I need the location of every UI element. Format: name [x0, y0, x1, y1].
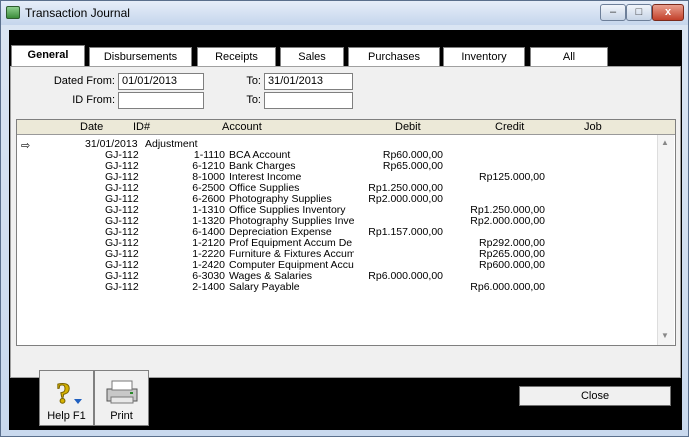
app-icon [6, 6, 20, 19]
column-account[interactable]: Account [222, 121, 262, 133]
minimize-button[interactable]: – [600, 4, 626, 21]
general-tab-panel: Dated From: 01/01/2013 To: 31/01/2013 ID… [10, 66, 681, 378]
column-id[interactable]: ID# [133, 121, 150, 133]
help-label: Help F1 [47, 410, 86, 422]
tab-receipts[interactable]: Receipts [197, 47, 276, 67]
tab-disbursements[interactable]: Disbursements [89, 47, 192, 67]
row-account-name: Wages & Salaries [229, 271, 313, 282]
close-window-button[interactable]: x [652, 4, 684, 21]
row-account-name: Office Supplies [229, 183, 300, 194]
tab-strip: General Disbursements Receipts Sales Pur… [9, 30, 682, 67]
tab-purchases[interactable]: Purchases [348, 47, 440, 67]
journal-row[interactable]: GJ-112 2-1400 Salary Payable Rp6.000.000,00 [17, 282, 657, 293]
id-from-field[interactable] [118, 92, 204, 109]
row-account-name: Office Supplies Inventory [229, 205, 346, 216]
dated-from-label: Dated From: [53, 75, 115, 87]
row-debit: Rp65.000,00 [382, 160, 443, 172]
row-credit: Rp6.000.000,00 [470, 281, 545, 293]
row-credit: Rp2.000.000,00 [470, 215, 545, 227]
title-bar[interactable]: Transaction Journal – □ x [1, 1, 688, 25]
client-area: General Disbursements Receipts Sales Pur… [9, 30, 682, 430]
row-debit: Rp6.000.000,00 [368, 270, 443, 282]
tab-general[interactable]: General [11, 45, 85, 67]
id-to-label: To: [246, 94, 261, 106]
row-credit: Rp125.000,00 [479, 171, 545, 183]
print-label: Print [110, 410, 133, 422]
row-account-name: Prof Equipment Accum De [229, 238, 353, 249]
column-credit[interactable]: Credit [495, 121, 524, 133]
scroll-down-icon[interactable]: ▼ [661, 331, 669, 340]
row-credit: Rp600.000,00 [479, 259, 545, 271]
row-account-name: Salary Payable [229, 282, 300, 293]
tab-inventory[interactable]: Inventory [443, 47, 525, 67]
svg-text:?: ? [56, 377, 71, 407]
transaction-journal-window: Transaction Journal – □ x General Disbur… [0, 0, 689, 437]
id-from-label: ID From: [72, 94, 115, 106]
printer-icon [106, 380, 138, 404]
row-id: GJ-112 [105, 281, 139, 293]
transaction-memo: Adjustment [145, 138, 198, 150]
dated-to-label: To: [246, 75, 261, 87]
row-account-number: 2-1400 [192, 281, 225, 293]
column-job[interactable]: Job [584, 121, 602, 133]
vertical-scrollbar[interactable]: ▲ ▼ [657, 135, 674, 345]
dated-to-field[interactable]: 31/01/2013 [264, 73, 353, 90]
help-icon: ? [56, 377, 82, 407]
row-debit: Rp1.157.000,00 [368, 226, 443, 238]
journal-grid[interactable]: Date ID# Account Debit Credit Job ⇨ 31/0… [16, 119, 676, 346]
id-to-field[interactable] [264, 92, 353, 109]
scroll-up-icon[interactable]: ▲ [661, 138, 669, 147]
row-account-name: Bank Charges [229, 161, 296, 172]
row-account-name: BCA Account [229, 150, 291, 161]
row-account-name: Furniture & Fixtures Accum [229, 249, 354, 260]
row-debit: Rp2.000.000,00 [368, 193, 443, 205]
row-account-name: Interest Income [229, 172, 302, 183]
row-account-name: Photography Supplies Inve [229, 216, 354, 227]
dated-from-field[interactable]: 01/01/2013 [118, 73, 204, 90]
maximize-button[interactable]: □ [626, 4, 652, 21]
row-account-name: Photography Supplies [229, 194, 332, 205]
help-button[interactable]: ? Help F1 [39, 370, 94, 426]
row-account-name: Computer Equipment Accu [229, 260, 354, 271]
tab-all[interactable]: All [530, 47, 608, 67]
close-button[interactable]: Close [519, 386, 671, 406]
tab-sales[interactable]: Sales [280, 47, 344, 67]
print-button[interactable]: Print [94, 370, 149, 426]
column-date[interactable]: Date [80, 121, 103, 133]
window-title: Transaction Journal [25, 6, 130, 20]
column-debit[interactable]: Debit [395, 121, 421, 133]
row-account-name: Depreciation Expense [229, 227, 332, 238]
grid-header: Date ID# Account Debit Credit Job [17, 120, 675, 135]
